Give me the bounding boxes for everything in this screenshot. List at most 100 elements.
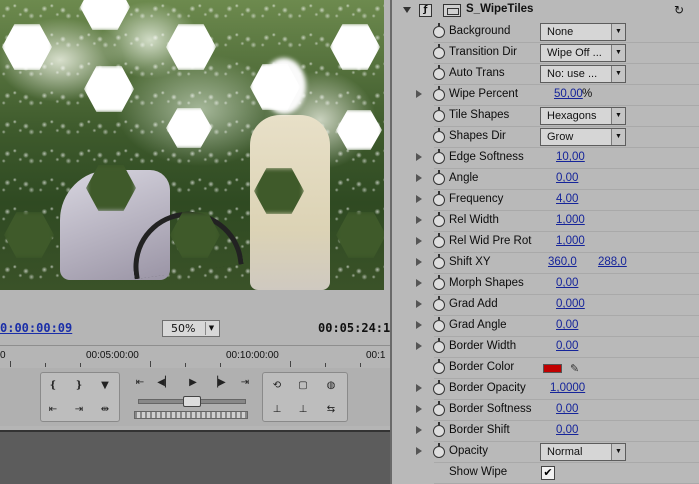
border-shift-value[interactable]: 0,00 <box>556 424 578 436</box>
stopwatch-icon[interactable] <box>433 65 445 80</box>
stopwatch-icon[interactable] <box>433 23 445 38</box>
lift-icon[interactable]: ⊥ <box>267 401 287 419</box>
auto-trans-select[interactable]: No: use ... ▼ <box>540 65 626 83</box>
frequency-value[interactable]: 4,00 <box>556 193 578 205</box>
param-row-rel-width[interactable]: Rel Width 1,000 <box>392 211 699 232</box>
expand-triangle-icon[interactable] <box>416 300 422 308</box>
fx-toggle-icon[interactable]: ƒ <box>419 4 432 17</box>
trim-icon[interactable]: ⇆ <box>321 401 341 419</box>
expand-triangle-icon[interactable] <box>416 237 422 245</box>
expand-triangle-icon[interactable] <box>416 405 422 413</box>
zoom-select[interactable]: 50% ▼ <box>162 320 220 337</box>
background-select[interactable]: None ▼ <box>540 23 626 41</box>
video-preview[interactable] <box>0 0 384 290</box>
opacity-select[interactable]: Normal ▼ <box>540 443 626 461</box>
extract-icon[interactable]: ⊥ <box>293 401 313 419</box>
play-icon[interactable]: ▶ <box>183 374 203 392</box>
grad-add-value[interactable]: 0,000 <box>556 298 585 310</box>
expand-triangle-icon[interactable] <box>416 258 422 266</box>
stopwatch-icon[interactable] <box>433 44 445 59</box>
param-row-grad-add[interactable]: Grad Add 0,000 <box>392 295 699 316</box>
edge-softness-value[interactable]: 10,00 <box>556 151 585 163</box>
expand-triangle-icon[interactable] <box>416 153 422 161</box>
stopwatch-icon[interactable] <box>433 422 445 437</box>
stopwatch-icon[interactable] <box>433 149 445 164</box>
mark-out-icon[interactable]: ❵ <box>69 377 89 395</box>
step-back-marker-icon[interactable]: ⇤ <box>130 374 150 392</box>
stopwatch-icon[interactable] <box>433 359 445 374</box>
param-row-wipe-percent[interactable]: Wipe Percent 50,00% <box>392 85 699 106</box>
border-width-value[interactable]: 0,00 <box>556 340 578 352</box>
stopwatch-icon[interactable] <box>433 212 445 227</box>
shift-x-value[interactable]: 360,0 <box>548 256 577 268</box>
safe-margins-icon[interactable]: ▢ <box>293 377 313 395</box>
expand-triangle-icon[interactable] <box>416 90 422 98</box>
param-row-frequency[interactable]: Frequency 4,00 <box>392 190 699 211</box>
grad-angle-value[interactable]: 0,00 <box>556 319 578 331</box>
expand-triangle-icon[interactable] <box>416 321 422 329</box>
output-icon[interactable]: ◍ <box>321 377 341 395</box>
border-softness-value[interactable]: 0,00 <box>556 403 578 415</box>
param-row-border-opacity[interactable]: Border Opacity 1,0000 <box>392 379 699 400</box>
tile-shapes-select[interactable]: Hexagons ▼ <box>540 107 626 125</box>
angle-value[interactable]: 0,00 <box>556 172 578 184</box>
time-ruler[interactable]: 0 00:05:00:00 00:10:00:00 00:1 <box>0 345 390 367</box>
expand-triangle-icon[interactable] <box>416 342 422 350</box>
go-to-in-icon[interactable]: ⇤ <box>43 401 63 419</box>
show-wipe-checkbox[interactable]: ✔ <box>541 466 555 480</box>
expand-triangle-icon[interactable] <box>416 384 422 392</box>
effect-header[interactable]: ƒ S_WipeTiles ↻ <box>392 0 699 21</box>
param-row-border-color[interactable]: Border Color ✎ <box>392 358 699 379</box>
param-row-auto-trans[interactable]: Auto Trans No: use ... ▼ <box>392 64 699 85</box>
collapse-triangle-icon[interactable] <box>403 7 411 13</box>
loop-icon[interactable]: ⟲ <box>267 377 287 395</box>
expand-triangle-icon[interactable] <box>416 216 422 224</box>
set-marker-icon[interactable]: ▼ <box>95 377 115 395</box>
param-row-opacity[interactable]: Opacity Normal ▼ <box>392 442 699 463</box>
eyedropper-icon[interactable]: ✎ <box>570 362 579 375</box>
mark-in-icon[interactable]: ❴ <box>43 377 63 395</box>
expand-triangle-icon[interactable] <box>416 195 422 203</box>
param-row-border-shift[interactable]: Border Shift 0,00 <box>392 421 699 442</box>
param-row-grad-angle[interactable]: Grad Angle 0,00 <box>392 316 699 337</box>
param-row-shift-xy[interactable]: Shift XY 360,0 288,0 <box>392 253 699 274</box>
stopwatch-icon[interactable] <box>433 86 445 101</box>
stopwatch-icon[interactable] <box>433 275 445 290</box>
rel-width-value[interactable]: 1,000 <box>556 214 585 226</box>
reset-icon[interactable]: ↻ <box>674 3 684 17</box>
stopwatch-icon[interactable] <box>433 191 445 206</box>
jog-handle[interactable] <box>183 396 201 407</box>
expand-triangle-icon[interactable] <box>416 174 422 182</box>
stopwatch-icon[interactable] <box>433 443 445 458</box>
param-row-tile-shapes[interactable]: Tile Shapes Hexagons ▼ <box>392 106 699 127</box>
param-row-edge-softness[interactable]: Edge Softness 10,00 <box>392 148 699 169</box>
stopwatch-icon[interactable] <box>433 401 445 416</box>
stopwatch-icon[interactable] <box>433 233 445 248</box>
morph-shapes-value[interactable]: 0,00 <box>556 277 578 289</box>
stopwatch-icon[interactable] <box>433 128 445 143</box>
stopwatch-icon[interactable] <box>433 317 445 332</box>
param-row-angle[interactable]: Angle 0,00 <box>392 169 699 190</box>
expand-triangle-icon[interactable] <box>416 447 422 455</box>
step-forward-marker-icon[interactable]: ⇥ <box>235 374 255 392</box>
expand-triangle-icon[interactable] <box>416 279 422 287</box>
param-row-morph-shapes[interactable]: Morph Shapes 0,00 <box>392 274 699 295</box>
jog-slider[interactable] <box>138 396 246 407</box>
param-row-border-width[interactable]: Border Width 0,00 <box>392 337 699 358</box>
stopwatch-icon[interactable] <box>433 338 445 353</box>
expand-triangle-icon[interactable] <box>416 426 422 434</box>
shift-y-value[interactable]: 288,0 <box>598 256 627 268</box>
stopwatch-icon[interactable] <box>433 170 445 185</box>
step-forward-icon[interactable]: ▕▶ <box>208 374 228 392</box>
stopwatch-icon[interactable] <box>433 296 445 311</box>
param-row-show-wipe[interactable]: Show Wipe ✔ <box>392 463 699 484</box>
param-row-border-softness[interactable]: Border Softness 0,00 <box>392 400 699 421</box>
current-timecode[interactable]: 0:00:00:09 <box>0 321 72 335</box>
step-back-icon[interactable]: ◀▏ <box>155 374 175 392</box>
border-color-swatch[interactable] <box>543 364 562 373</box>
border-opacity-value[interactable]: 1,0000 <box>550 382 585 394</box>
param-row-background[interactable]: Background None ▼ <box>392 22 699 43</box>
stopwatch-icon[interactable] <box>433 254 445 269</box>
go-to-out-icon[interactable]: ⇥ <box>69 401 89 419</box>
rel-wid-pre-rot-value[interactable]: 1,000 <box>556 235 585 247</box>
